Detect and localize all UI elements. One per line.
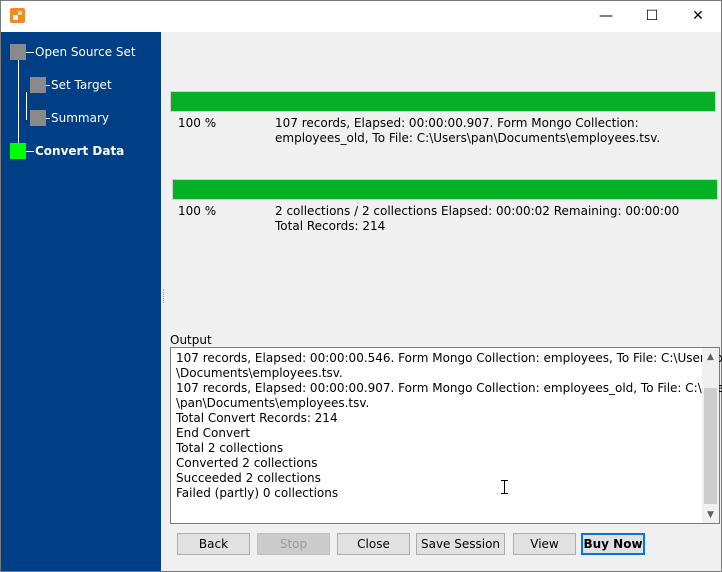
step-convert-data[interactable]: Convert Data <box>10 143 124 159</box>
app-window: — ☐ ✕ Open Source Set Set Target Summary… <box>0 0 722 572</box>
scroll-thumb[interactable] <box>704 388 717 504</box>
step-label: Summary <box>51 111 109 125</box>
collection-progress-percent: 100 % <box>178 116 217 130</box>
save-session-button[interactable]: Save Session <box>416 533 505 555</box>
total-progress-bar <box>172 179 718 200</box>
collection-progress-text: 107 records, Elapsed: 00:00:00.907. Form… <box>275 116 661 145</box>
scroll-up-icon[interactable]: ▲ <box>702 348 719 365</box>
buy-now-button[interactable]: Buy Now <box>581 533 645 555</box>
output-line: 107 records, Elapsed: 00:00:00.907. Form… <box>176 381 722 395</box>
step-label: Set Target <box>51 78 112 92</box>
tree-connector <box>18 54 19 150</box>
output-line: End Convert <box>176 426 251 440</box>
output-scrollbar[interactable]: ▲ ▼ <box>702 348 719 523</box>
step-status-icon <box>10 44 26 60</box>
output-line: \pan\Documents\employees.tsv. <box>176 396 370 410</box>
close-button[interactable]: Close <box>337 533 410 555</box>
title-bar: — ☐ ✕ <box>1 1 721 31</box>
convert-panel: 100 % 107 records, Elapsed: 00:00:00.907… <box>167 32 722 571</box>
scroll-down-icon[interactable]: ▼ <box>702 506 719 523</box>
wizard-steps-sidebar: Open Source Set Set Target Summary Conve… <box>1 32 161 571</box>
output-lines: 107 records, Elapsed: 00:00:00.546. Form… <box>176 351 722 501</box>
back-button[interactable]: Back <box>177 533 250 555</box>
total-progress-percent: 100 % <box>178 204 217 218</box>
output-log-textbox[interactable]: 107 records, Elapsed: 00:00:00.546. Form… <box>170 347 722 524</box>
output-line: Failed (partly) 0 collections <box>176 486 339 500</box>
total-progress-text: 2 collections / 2 collections Elapsed: 0… <box>275 204 680 233</box>
stop-button[interactable]: Stop <box>257 533 330 555</box>
minimize-button[interactable]: — <box>583 1 629 31</box>
maximize-button[interactable]: ☐ <box>629 1 675 31</box>
output-line: Converted 2 collections <box>176 456 318 470</box>
text-cursor-icon <box>501 480 509 494</box>
output-line: Succeeded 2 collections <box>176 471 321 485</box>
step-label: Convert Data <box>35 144 125 158</box>
step-status-icon <box>30 77 46 93</box>
tree-connector <box>26 92 27 120</box>
step-set-target[interactable]: Set Target <box>30 77 112 93</box>
output-label: Output <box>170 333 212 347</box>
close-window-button[interactable]: ✕ <box>675 1 721 31</box>
step-open-source-set[interactable]: Open Source Set <box>10 44 136 60</box>
output-line: \Documents\employees.tsv. <box>176 366 343 380</box>
output-line: Total Convert Records: 214 <box>176 411 338 425</box>
splitter-grip-icon[interactable] <box>163 289 166 303</box>
collection-progress-bar <box>170 91 716 112</box>
step-label: Open Source Set <box>35 45 136 59</box>
step-status-icon <box>30 110 46 126</box>
step-status-icon <box>10 143 26 159</box>
output-line: 107 records, Elapsed: 00:00:00.546. Form… <box>176 351 722 365</box>
app-logo-icon <box>10 8 25 23</box>
view-button[interactable]: View <box>513 533 576 555</box>
output-line: Total 2 collections <box>176 441 284 455</box>
step-summary[interactable]: Summary <box>30 110 109 126</box>
